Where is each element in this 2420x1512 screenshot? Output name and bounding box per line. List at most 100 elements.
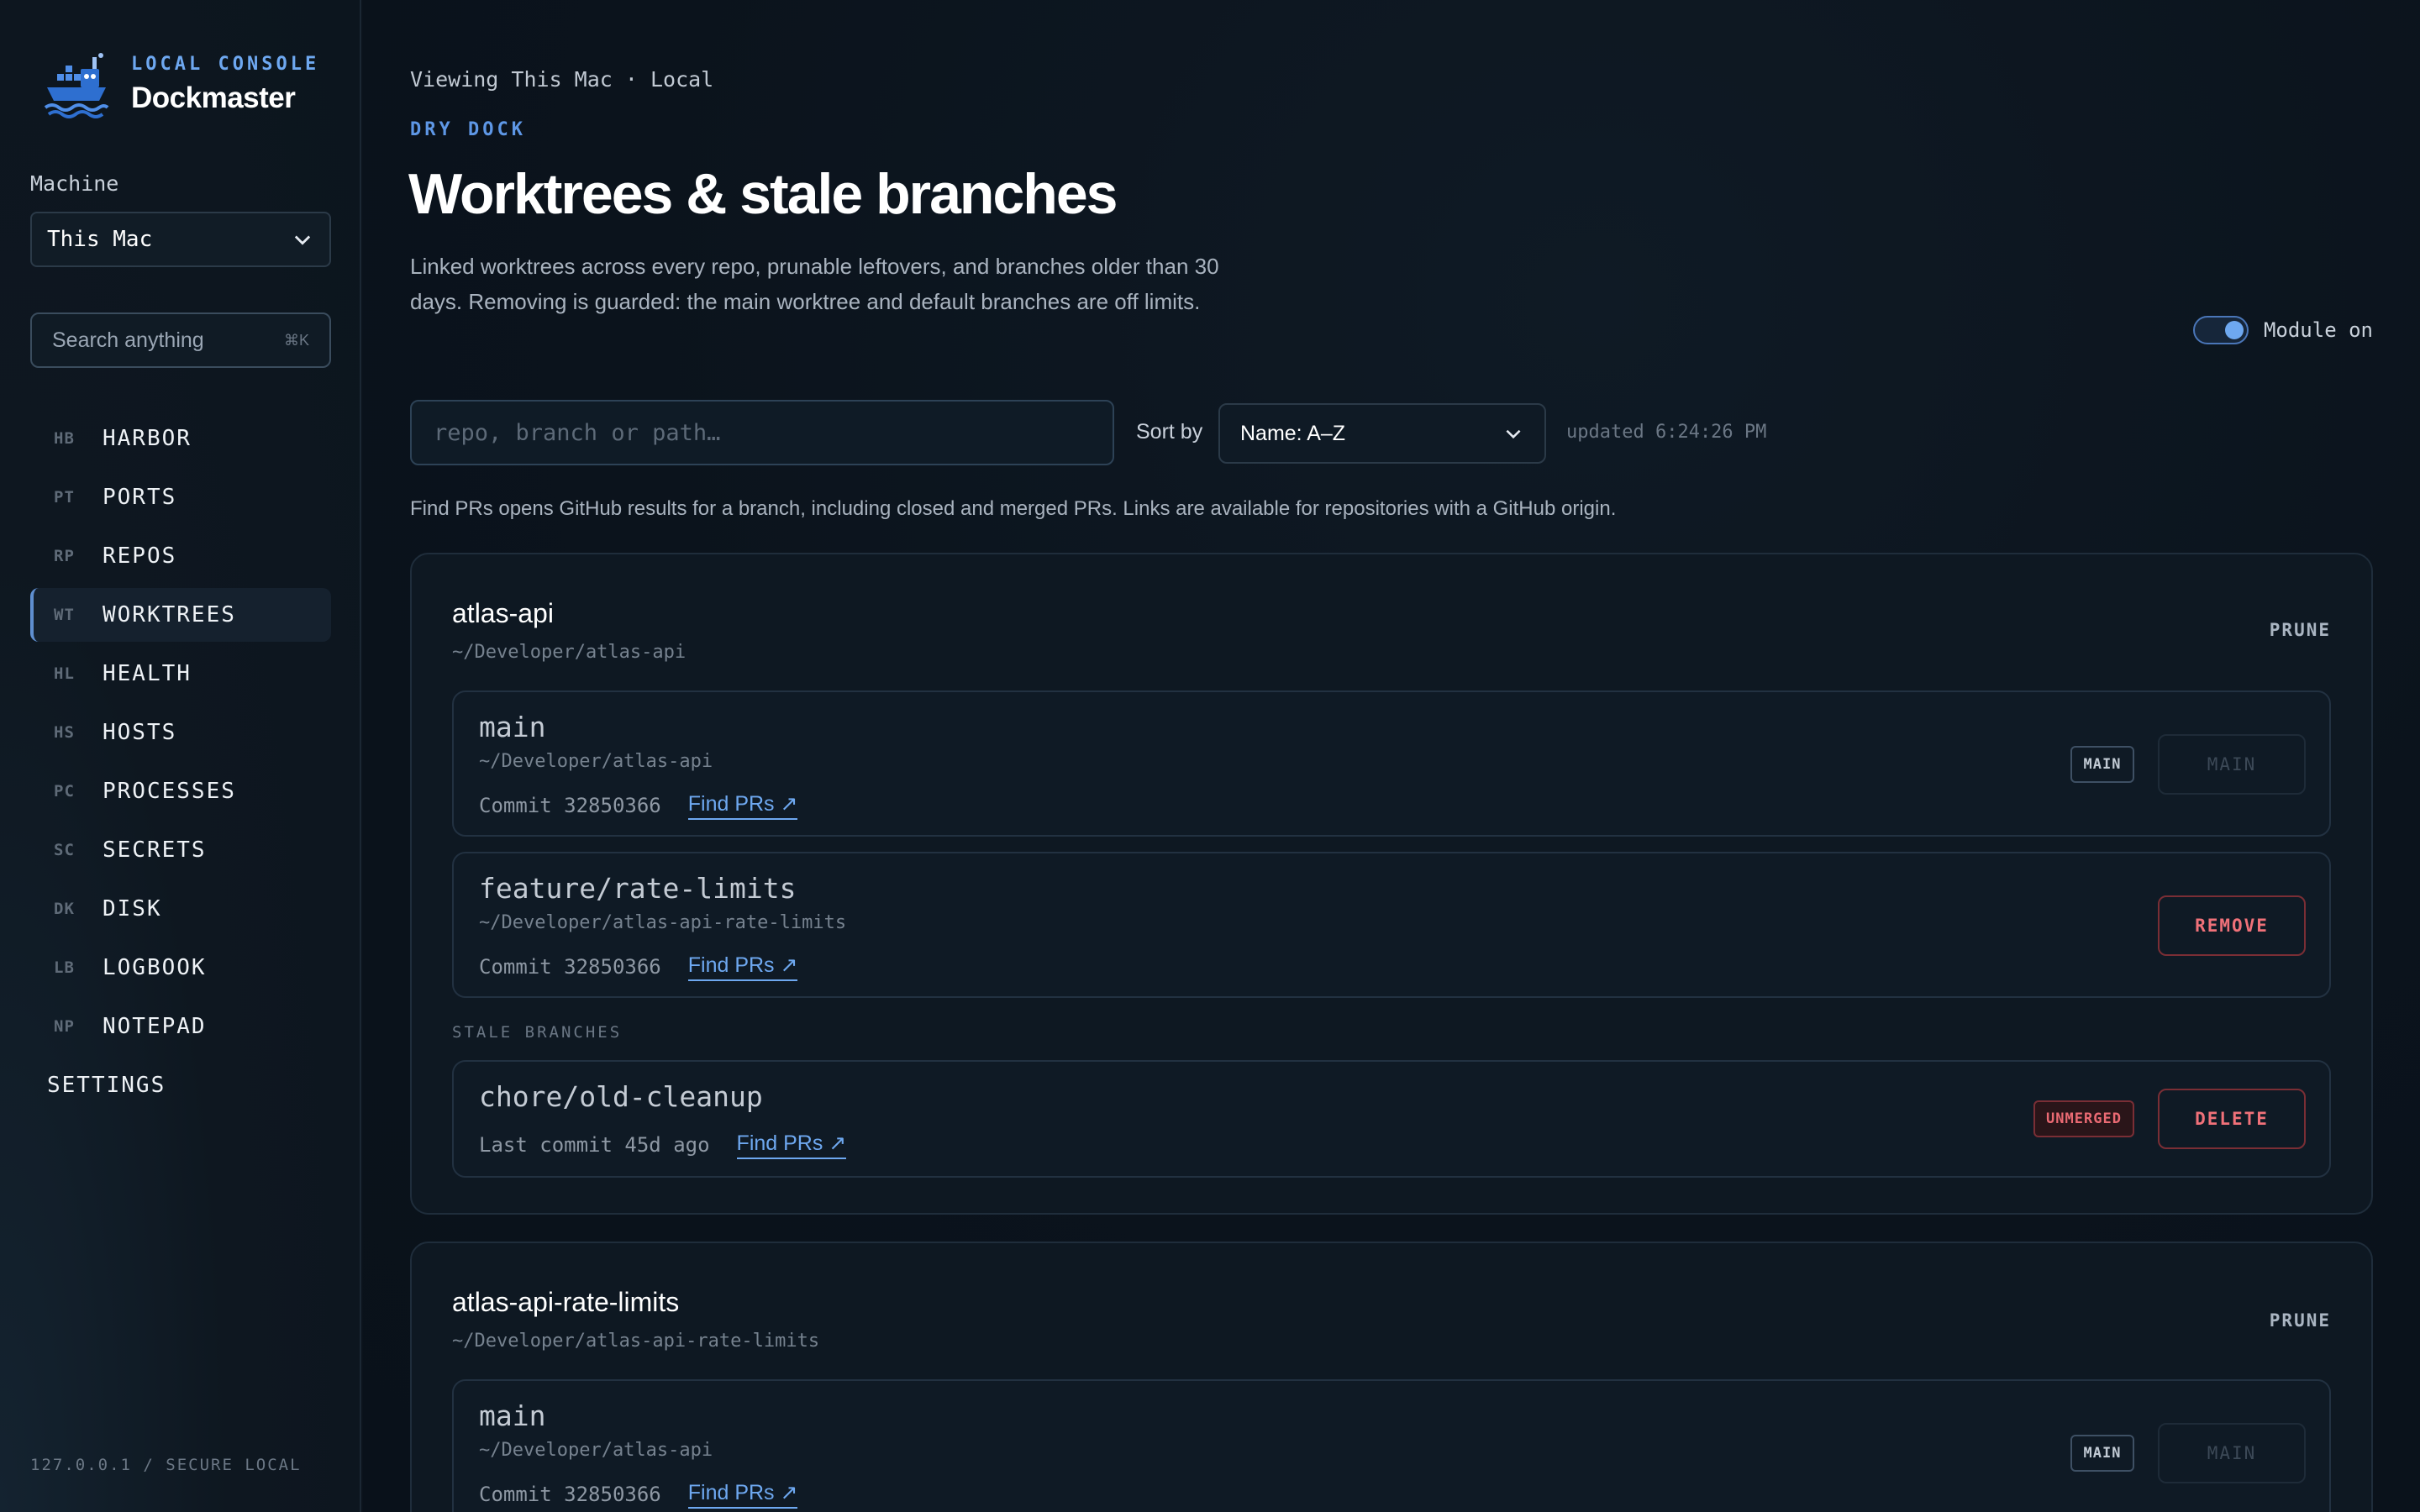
machine-label: Machine <box>30 171 119 196</box>
nav-label: HOSTS <box>103 720 177 745</box>
worktree-branch: feature/rate-limits <box>479 872 797 905</box>
stale-branch-row: chore/old-cleanup Last commit 45d ago Fi… <box>452 1060 2331 1178</box>
nav-label: LOGBOOK <box>103 955 207 980</box>
sort-select-value: Name: A–Z <box>1240 421 1346 445</box>
brand-name: Dockmaster <box>131 81 296 114</box>
sidebar-item-hosts[interactable]: HS HOSTS <box>30 706 331 759</box>
find-prs-link[interactable]: Find PRs ↗ <box>687 791 798 820</box>
worktree-commit-line: Commit 32850366 Find PRs ↗ <box>479 791 798 820</box>
sidebar-item-disk[interactable]: DK DISK <box>30 882 331 936</box>
app-window: LOCAL CONSOLE Dockmaster Machine This Ma… <box>0 0 2420 1512</box>
updated-timestamp: updated 6:24:26 PM <box>1566 422 1767 443</box>
worktree-row: feature/rate-limits ~/Developer/atlas-ap… <box>452 852 2331 998</box>
repo-card: atlas-api-rate-limits ~/Developer/atlas-… <box>410 1242 2373 1512</box>
brand[interactable]: LOCAL CONSOLE Dockmaster <box>40 49 319 119</box>
nav-code: NP <box>54 1017 75 1036</box>
nav-label: PROCESSES <box>103 779 236 804</box>
sidebar-item-worktrees[interactable]: WT WORKTREES <box>30 588 331 642</box>
search-shortcut: ⌘K <box>283 331 309 349</box>
repo-card: atlas-api ~/Developer/atlas-api PRUNE ma… <box>410 553 2373 1215</box>
worktree-commit-line: Commit 32850366 Find PRs ↗ <box>479 1480 798 1509</box>
repo-path: ~/Developer/atlas-api <box>452 642 687 663</box>
sidebar: LOCAL CONSOLE Dockmaster Machine This Ma… <box>0 0 361 1512</box>
nav-label: HEALTH <box>103 661 192 686</box>
filter-input[interactable]: repo, branch or path… <box>410 400 1114 465</box>
delete-button[interactable]: DELETE <box>2158 1089 2306 1149</box>
boat-icon <box>44 53 109 118</box>
nav-code: DK <box>54 900 75 918</box>
toggle-switch[interactable] <box>2192 316 2249 344</box>
nav-code: HB <box>54 429 75 448</box>
sidebar-item-harbor[interactable]: HB HARBOR <box>30 412 331 465</box>
stale-commit-line: Last commit 45d ago Find PRs ↗ <box>479 1131 847 1159</box>
nav-label: SECRETS <box>103 837 207 863</box>
find-prs-link[interactable]: Find PRs ↗ <box>687 1480 798 1509</box>
machine-select[interactable]: This Mac <box>30 212 331 267</box>
filter-placeholder: repo, branch or path… <box>434 419 721 446</box>
page-kicker: DRY DOCK <box>410 119 526 140</box>
sidebar-footer: 127.0.0.1 / SECURE LOCAL <box>30 1456 302 1474</box>
sidebar-item-repos[interactable]: RP REPOS <box>30 529 331 583</box>
search-placeholder: Search anything <box>52 328 204 352</box>
commit-hash: Commit 32850366 <box>479 794 661 817</box>
brand-kicker: LOCAL CONSOLE <box>131 53 320 75</box>
nav-label: NOTEPAD <box>103 1014 207 1039</box>
toggle-knob <box>2224 321 2244 339</box>
module-toggle[interactable]: Module on <box>2192 316 2373 344</box>
sidebar-item-notepad[interactable]: NP NOTEPAD <box>30 1000 331 1053</box>
nav-code: HL <box>54 664 75 683</box>
nav-code: PT <box>54 488 75 507</box>
nav-label: PORTS <box>103 485 177 510</box>
unmerged-badge: UNMERGED <box>2033 1100 2134 1137</box>
breadcrumb: Viewing This Mac · Local <box>410 67 714 92</box>
worktree-branch: main <box>479 1399 546 1432</box>
sidebar-item-health[interactable]: HL HEALTH <box>30 647 331 701</box>
main-content: Viewing This Mac · Local DRY DOCK Worktr… <box>363 0 2420 1512</box>
find-prs-link[interactable]: Find PRs ↗ <box>687 953 798 981</box>
machine-select-value: This Mac <box>47 227 153 252</box>
nav-code: RP <box>54 547 75 565</box>
worktree-path: ~/Developer/atlas-api-rate-limits <box>479 912 847 933</box>
main-badge: MAIN <box>2070 746 2134 783</box>
chevron-down-icon <box>294 235 311 245</box>
chevron-down-icon <box>1506 429 1521 439</box>
nav-label: WORKTREES <box>103 602 236 627</box>
nav-code: LB <box>54 958 75 977</box>
nav-label: REPOS <box>103 543 177 569</box>
worktree-row: main ~/Developer/atlas-api Commit 328503… <box>452 1379 2331 1512</box>
sidebar-item-ports[interactable]: PT PORTS <box>30 470 331 524</box>
sidebar-item-processes[interactable]: PC PROCESSES <box>30 764 331 818</box>
nav-code: PC <box>54 782 75 801</box>
module-toggle-label: Module on <box>2263 318 2373 342</box>
last-commit: Last commit 45d ago <box>479 1133 710 1157</box>
sidebar-item-secrets[interactable]: SC SECRETS <box>30 823 331 877</box>
prune-button[interactable]: PRUNE <box>2270 1310 2331 1331</box>
worktree-path: ~/Developer/atlas-api <box>479 751 713 772</box>
repo-name: atlas-api-rate-limits <box>452 1287 680 1317</box>
worktree-commit-line: Commit 32850366 Find PRs ↗ <box>479 953 798 981</box>
nav-code: HS <box>54 723 75 742</box>
worktree-path: ~/Developer/atlas-api <box>479 1440 713 1461</box>
sidebar-item-settings[interactable]: SETTINGS <box>30 1058 331 1112</box>
find-prs-link[interactable]: Find PRs ↗ <box>736 1131 847 1159</box>
nav-label: DISK <box>103 896 162 921</box>
worktree-branch: main <box>479 711 546 743</box>
info-text: Find PRs opens GitHub results for a bran… <box>410 497 1617 520</box>
stale-branch-name: chore/old-cleanup <box>479 1080 763 1113</box>
nav-label: HARBOR <box>103 426 192 451</box>
sidebar-item-logbook[interactable]: LB LOGBOOK <box>30 941 331 995</box>
nav-code: WT <box>54 606 75 624</box>
nav-code: SC <box>54 841 75 859</box>
search-input[interactable]: Search anything ⌘K <box>30 312 331 368</box>
prune-button[interactable]: PRUNE <box>2270 620 2331 640</box>
page-description: Linked worktrees across every repo, prun… <box>410 254 1219 314</box>
sort-select[interactable]: Name: A–Z <box>1218 403 1546 464</box>
nav-label: SETTINGS <box>47 1073 166 1098</box>
sort-label: Sort by <box>1136 420 1203 444</box>
main-disabled-button: MAIN <box>2158 734 2306 795</box>
stale-branches-label: STALE BRANCHES <box>452 1023 623 1042</box>
remove-button[interactable]: REMOVE <box>2158 895 2306 956</box>
sidebar-nav: HB HARBOR PT PORTS RP REPOS WT WORKTREES… <box>30 412 331 1117</box>
commit-hash: Commit 32850366 <box>479 955 661 979</box>
main-badge: MAIN <box>2070 1435 2134 1472</box>
